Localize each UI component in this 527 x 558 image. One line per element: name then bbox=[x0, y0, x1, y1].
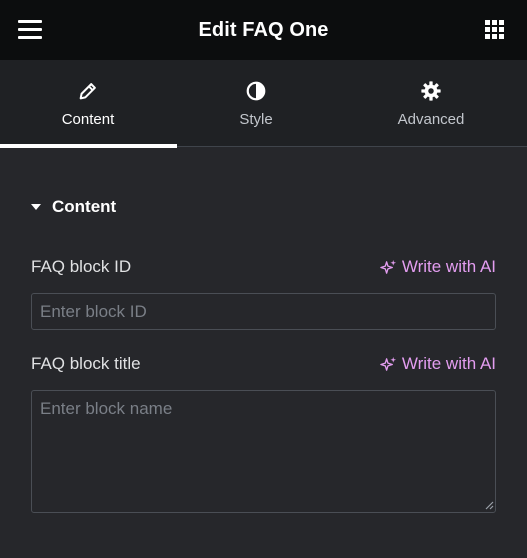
tab-advanced[interactable]: Advanced bbox=[343, 60, 519, 147]
content-section-toggle[interactable]: Content bbox=[31, 196, 116, 218]
panel-header: Edit FAQ One bbox=[0, 0, 527, 60]
write-with-ai-button[interactable]: Write with AI bbox=[380, 354, 496, 374]
gear-icon bbox=[421, 81, 441, 101]
tab-content[interactable]: Content bbox=[0, 60, 177, 148]
panel-title: Edit FAQ One bbox=[198, 18, 329, 41]
tab-style-label: Style bbox=[239, 111, 273, 128]
grid-apps-icon[interactable] bbox=[485, 20, 505, 40]
faq-block-id-input[interactable] bbox=[31, 293, 496, 330]
sparkle-ai-icon bbox=[380, 356, 396, 371]
half-circle-contrast-icon bbox=[246, 81, 266, 101]
write-with-ai-button[interactable]: Write with AI bbox=[380, 257, 496, 277]
editor-panel: Edit FAQ One Content Style Advanced Cont… bbox=[0, 0, 527, 558]
faq-block-title-label: FAQ block title bbox=[31, 354, 141, 373]
write-with-ai-label: Write with AI bbox=[401, 257, 496, 276]
sparkle-ai-icon bbox=[380, 259, 396, 274]
tab-content-label: Content bbox=[61, 111, 115, 128]
panel-tabs: Content Style Advanced bbox=[0, 60, 527, 148]
hamburger-menu-icon[interactable] bbox=[18, 20, 42, 40]
tab-advanced-label: Advanced bbox=[397, 111, 465, 128]
faq-block-title-textarea[interactable] bbox=[31, 390, 496, 513]
caret-down-icon bbox=[31, 204, 41, 210]
pencil-icon bbox=[79, 83, 96, 100]
section-title: Content bbox=[52, 197, 117, 216]
write-with-ai-label: Write with AI bbox=[401, 354, 496, 373]
tab-style[interactable]: Style bbox=[168, 60, 344, 147]
faq-block-id-label: FAQ block ID bbox=[31, 257, 132, 276]
resize-handle-icon[interactable] bbox=[484, 500, 494, 510]
